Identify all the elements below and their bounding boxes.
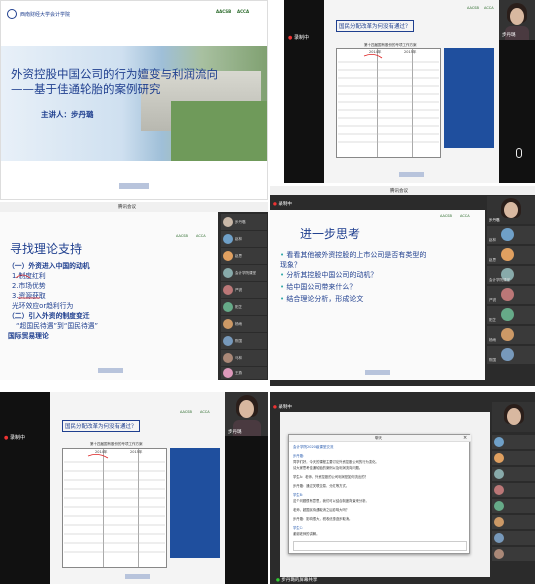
- side-note-box: [444, 48, 494, 148]
- participant-tile[interactable]: 严锐: [221, 282, 267, 298]
- participant-tile[interactable]: [492, 547, 535, 561]
- speaker-name: 步丹璐: [228, 430, 242, 435]
- slide-title-line1: 外资控股中国公司的行为嬗变与利润流向: [11, 67, 218, 81]
- school-name: 西南财经大学会计学院: [20, 12, 71, 18]
- panel-slide-theory: 腾讯会议 AACSB ACCA 寻找理论支持 （一）外资进入中国的动机 1.制度…: [0, 202, 268, 380]
- recording-indicator: ● 录制中: [273, 202, 292, 207]
- slide-content: AACSB ACCA 国民分配改革为何没有通过？ 第十四届国有股份的专项工作方案…: [50, 392, 225, 584]
- chat-messages: 步丹璐： 同学们好，今天的课程主要讨论外资控股公司的行为变化。 请大家思考佳通轮…: [293, 453, 467, 539]
- recording-indicator: ● 录制中: [288, 35, 309, 41]
- participant-tile[interactable]: 陈国: [221, 333, 267, 349]
- panel-slide-further-thoughts: 腾讯会议 ● 录制中 AACSB ACCA 进一步思考 • 看看其他被外资控股的…: [270, 186, 535, 386]
- list-item: • 给中国公司带来什么？: [280, 283, 357, 291]
- participant-tile[interactable]: [492, 499, 535, 513]
- footer-logo: [98, 368, 123, 373]
- participant-list: 步丹璐 赵林 赵思 会计学院课堂 严锐 阳芷 杨雨 陈国 马林 王燕: [219, 214, 268, 380]
- chat-titlebar: 聊天 ×: [289, 435, 471, 442]
- participant-tile[interactable]: 步丹璐: [221, 214, 267, 230]
- panel-slide-table-1: AACSB ACCA 国民分配改革为何没有通过？ 第十四届国有股份的专项工作方案…: [284, 0, 535, 183]
- slide-title-line2: ——基于佳通轮胎的案例研究: [11, 82, 161, 96]
- footer-logo: [399, 172, 424, 177]
- badge-acca: ACCA: [460, 214, 470, 218]
- participant-tile[interactable]: 阳芷: [487, 306, 535, 324]
- footer-logo: [125, 574, 150, 579]
- participant-tile[interactable]: [492, 515, 535, 529]
- participant-tile[interactable]: [492, 467, 535, 481]
- list-item: • 看看其他被外资控股的上市公司是否有类型的现象？: [280, 251, 427, 269]
- side-note-box: [170, 448, 220, 558]
- chat-line: 步丹璐：影响很大，税收优惠逐步取消。: [293, 517, 353, 521]
- participant-tile[interactable]: [492, 451, 535, 465]
- participant-tile[interactable]: 杨雨: [487, 326, 535, 344]
- footer-logo: [119, 183, 149, 189]
- list-item: • 结合理论分析，形成论文: [280, 295, 364, 303]
- participant-list: 步丹璐 赵林 赵思 会计学院课堂 严锐 阳芷 杨雨 陈国: [487, 196, 535, 386]
- chat-input[interactable]: [293, 541, 467, 551]
- window-titlebar: 腾讯会议: [270, 186, 535, 195]
- badge-aacsb: AACSB: [216, 9, 232, 14]
- participant-tile[interactable]: 阳芷: [221, 299, 267, 315]
- chat-title: 聊天: [375, 436, 382, 440]
- panel-slide-title: 西南财经大学会计学院 AACSB ACCA 外资控股中国公司的行为嬗变与利润流向…: [0, 0, 268, 200]
- participant-tile[interactable]: 王燕: [221, 367, 267, 379]
- speaker-name: 步丹璐: [502, 33, 516, 38]
- window-title: 腾讯会议: [390, 189, 408, 194]
- thoughts-list: • 看看其他被外资控股的上市公司是否有类型的现象？ • 分析其控股中国公司的动机…: [280, 250, 430, 306]
- participant-tile[interactable]: 杨雨: [221, 316, 267, 332]
- panel-chat-window: ● 录制中 AACSB ACCA 聊天 × 会计学院2020级课堂交流 步丹璐：…: [270, 392, 535, 584]
- chat-line: 老师，超国民待遇取消之后影响大吗？: [293, 508, 350, 512]
- speaker-camera[interactable]: [492, 402, 535, 432]
- participant-tile[interactable]: 会计学院课堂: [487, 266, 535, 284]
- presenter-name: 主讲人：步丹璐: [41, 110, 94, 119]
- participant-tile[interactable]: 严锐: [487, 286, 535, 304]
- chat-dialog[interactable]: 聊天 × 会计学院2020级课堂交流 步丹璐： 同学们好，今天的课程主要讨论外资…: [288, 434, 471, 554]
- participant-tile[interactable]: 会计学院课堂: [221, 265, 267, 281]
- participant-tile[interactable]: 赵思: [487, 246, 535, 264]
- slide-content: AACSB ACCA 寻找理论支持 （一）外资进入中国的动机 1.制度红利 2.…: [0, 212, 218, 380]
- participant-tile[interactable]: 赵林: [221, 231, 267, 247]
- mic-icon[interactable]: [516, 148, 522, 158]
- close-icon[interactable]: ×: [463, 435, 467, 441]
- window-title: 腾讯会议: [118, 205, 136, 210]
- participant-tile[interactable]: 赵林: [487, 226, 535, 244]
- slide-title: 进一步思考: [300, 227, 361, 241]
- chat-line: 这个问题很有意思，我们可以结合制度背景来分析。: [293, 499, 369, 503]
- participant-tile[interactable]: [492, 435, 535, 449]
- school-logo: [7, 9, 17, 19]
- participant-tile[interactable]: [492, 531, 535, 545]
- screen-share-label: ● 步丹璐的屏幕共享: [276, 578, 318, 583]
- chat-line: 学生A：老师，外资控股的公司利润是如何流出的？: [293, 475, 368, 479]
- panel-slide-table-2: AACSB ACCA 国民分配改革为何没有通过？ 第十四届国有股份的专项工作方案…: [0, 392, 268, 584]
- chat-line: 请大家思考佳通轮胎的案例以及利润流向问题。: [293, 466, 363, 470]
- footer-logo: [365, 370, 390, 375]
- recording-indicator: ● 录制中: [4, 435, 25, 441]
- annotation-marks: [15, 274, 40, 299]
- badge-acca: ACCA: [237, 9, 250, 14]
- chat-line: 谢谢老师的讲解。: [293, 532, 320, 536]
- participant-tile[interactable]: [492, 483, 535, 497]
- badge-aacsb: AACSB: [440, 214, 452, 218]
- slide-content: AACSB ACCA 国民分配改革为何没有通过？ 第十四届国有股份的专项工作方案…: [324, 0, 499, 183]
- recording-indicator: ● 录制中: [273, 405, 292, 410]
- participant-name: 步丹璐: [489, 218, 500, 222]
- participant-tile[interactable]: 马林: [221, 350, 267, 366]
- chat-line: 步丹璐：通过关联交易、分红等方式。: [293, 484, 350, 488]
- chat-header: 会计学院2020级课堂交流: [293, 445, 334, 449]
- participant-list: [492, 402, 535, 572]
- participant-tile[interactable]: 赵思: [221, 248, 267, 264]
- participant-tile[interactable]: 陈国: [487, 346, 535, 364]
- slide-content: AACSB ACCA 进一步思考 • 看看其他被外资控股的上市公司是否有类型的现…: [270, 210, 485, 380]
- banner-image: [1, 46, 267, 161]
- list-item: • 分析其控股中国公司的动机？: [280, 271, 378, 279]
- window-titlebar: 腾讯会议: [0, 202, 268, 212]
